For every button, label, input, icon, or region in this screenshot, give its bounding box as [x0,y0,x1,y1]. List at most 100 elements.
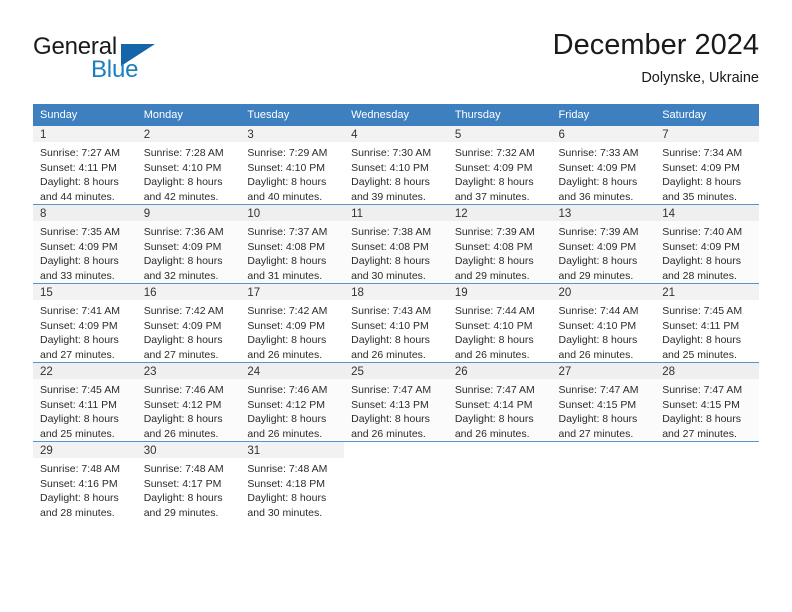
calendar-week-row: 29 Sunrise: 7:48 AM Sunset: 4:16 PM Dayligh… [33,441,759,520]
daylight-duration-line2: and 33 minutes. [40,269,115,282]
calendar-day-cell[interactable]: 16 Sunrise: 7:42 AM Sunset: 4:09 PM Dayligh… [136,283,241,363]
calendar-day-cell[interactable]: 17 Sunrise: 7:42 AM Sunset: 4:09 PM Dayligh… [240,283,345,363]
calendar-day-cell[interactable]: 22 Sunrise: 7:45 AM Sunset: 4:11 PM Dayligh… [33,362,137,442]
daylight-duration-line1: Daylight: 8 hours [40,492,119,504]
sunrise-time: Sunrise: 7:46 AM [247,384,328,396]
day-details: Sunrise: 7:34 AM Sunset: 4:09 PM Daylight:… [655,142,759,204]
daylight-duration-line1: Daylight: 8 hours [662,413,742,425]
calendar-day-cell[interactable]: 30 Sunrise: 7:48 AM Sunset: 4:17 PM Dayligh… [136,441,241,520]
daylight-duration-line1: Daylight: 8 hours [351,255,430,267]
sunset-time: Sunset: 4:10 PM [351,319,429,332]
sunset-time: Sunset: 4:08 PM [351,240,429,253]
calendar-day-cell-empty [551,441,656,520]
calendar-day-cell[interactable]: 18 Sunrise: 7:43 AM Sunset: 4:10 PM Dayligh… [344,283,448,363]
sunset-time: Sunset: 4:09 PM [143,240,222,253]
calendar-page: General Blue December 2024 Dolynske, Ukr… [0,0,792,612]
day-number: 20 [551,284,656,300]
calendar-day-cell[interactable]: 27 Sunrise: 7:47 AM Sunset: 4:15 PM Dayligh… [551,362,656,442]
day-number: 11 [344,205,448,221]
calendar-day-cell[interactable]: 15 Sunrise: 7:41 AM Sunset: 4:09 PM Dayligh… [33,283,137,363]
calendar-day-cell[interactable]: 26 Sunrise: 7:47 AM Sunset: 4:14 PM Dayligh… [447,362,552,442]
sunset-time: Sunset: 4:09 PM [143,319,222,332]
weekday-header-sunday: Sunday [33,104,137,126]
daylight-duration-line2: and 31 minutes. [247,269,323,282]
sunset-time: Sunset: 4:09 PM [454,161,533,174]
general-blue-logo[interactable]: General Blue [33,33,213,89]
calendar-day-cell[interactable]: 9 Sunrise: 7:36 AM Sunset: 4:09 PM Daylight… [136,204,241,284]
calendar-day-cell[interactable]: 4 Sunrise: 7:30 AM Sunset: 4:10 PM Daylight… [344,126,448,205]
calendar-day-cell[interactable]: 11 Sunrise: 7:38 AM Sunset: 4:08 PM Dayligh… [344,204,448,284]
calendar-day-cell[interactable]: 31 Sunrise: 7:48 AM Sunset: 4:18 PM Dayligh… [240,441,345,520]
weekday-headers: Sunday Monday Tuesday Wednesday Thursday Frid… [33,104,759,126]
sunrise-time: Sunrise: 7:34 AM [662,147,743,159]
sunset-time: Sunset: 4:12 PM [247,398,326,411]
calendar-day-cell[interactable]: 5 Sunrise: 7:32 AM Sunset: 4:09 PM Daylight… [447,126,552,205]
calendar-day-cell[interactable]: 20 Sunrise: 7:44 AM Sunset: 4:10 PM Dayligh… [551,283,656,363]
sunrise-time: Sunrise: 7:47 AM [662,384,743,396]
sunrise-time: Sunrise: 7:47 AM [558,384,639,396]
daylight-duration-line1: Daylight: 8 hours [247,334,327,346]
day-details: Sunrise: 7:47 AM Sunset: 4:14 PM Daylight:… [448,379,552,441]
day-number: 7 [655,126,759,142]
sunrise-time: Sunrise: 7:33 AM [558,147,639,159]
calendar-day-cell[interactable]: 1 Sunrise: 7:27 AM Sunset: 4:11 PM Daylight… [33,126,137,205]
daylight-duration-line1: Daylight: 8 hours [143,255,223,267]
day-details: Sunrise: 7:40 AM Sunset: 4:09 PM Daylight:… [655,221,759,283]
daylight-duration-line1: Daylight: 8 hours [247,176,327,188]
calendar-day-cell[interactable]: 12 Sunrise: 7:39 AM Sunset: 4:08 PM Dayligh… [447,204,552,284]
calendar-day-cell[interactable]: 7 Sunrise: 7:34 AM Sunset: 4:09 PM Daylight… [655,126,759,205]
day-details: Sunrise: 7:41 AM Sunset: 4:09 PM Daylight:… [33,300,137,362]
daylight-duration-line1: Daylight: 8 hours [558,413,638,425]
sunset-time: Sunset: 4:09 PM [662,240,740,253]
sunrise-time: Sunrise: 7:42 AM [143,305,224,317]
calendar-day-cell[interactable]: 28 Sunrise: 7:47 AM Sunset: 4:15 PM Dayligh… [655,362,759,442]
calendar-day-cell[interactable]: 21 Sunrise: 7:45 AM Sunset: 4:11 PM Dayligh… [655,283,759,363]
day-details: Sunrise: 7:48 AM Sunset: 4:17 PM Daylight:… [137,458,241,520]
daylight-duration-line2: and 26 minutes. [143,427,219,440]
day-details [448,458,552,462]
daylight-duration-line1: Daylight: 8 hours [662,255,742,267]
calendar-day-cell[interactable]: 29 Sunrise: 7:48 AM Sunset: 4:16 PM Dayligh… [33,441,137,520]
day-details: Sunrise: 7:36 AM Sunset: 4:09 PM Daylight:… [137,221,241,283]
calendar-day-cell[interactable]: 2 Sunrise: 7:28 AM Sunset: 4:10 PM Daylight… [136,126,241,205]
calendar-day-cell[interactable]: 8 Sunrise: 7:35 AM Sunset: 4:09 PM Daylight… [33,204,137,284]
calendar-week-row: 22 Sunrise: 7:45 AM Sunset: 4:11 PM Dayligh… [33,362,759,442]
calendar-day-cell[interactable]: 23 Sunrise: 7:46 AM Sunset: 4:12 PM Dayligh… [136,362,241,442]
calendar-day-cell[interactable]: 3 Sunrise: 7:29 AM Sunset: 4:10 PM Daylight… [240,126,345,205]
sunset-time: Sunset: 4:10 PM [143,161,222,174]
daylight-duration-line1: Daylight: 8 hours [454,176,534,188]
calendar-day-cell[interactable]: 10 Sunrise: 7:37 AM Sunset: 4:08 PM Dayligh… [240,204,345,284]
day-details: Sunrise: 7:39 AM Sunset: 4:09 PM Daylight:… [552,221,656,283]
calendar-day-cell[interactable]: 14 Sunrise: 7:40 AM Sunset: 4:09 PM Dayligh… [655,204,759,284]
calendar-day-cell[interactable]: 24 Sunrise: 7:46 AM Sunset: 4:12 PM Dayligh… [240,362,345,442]
day-number: 30 [136,442,241,458]
daylight-duration-line2: and 30 minutes. [247,506,323,519]
calendar-day-cell[interactable]: 6 Sunrise: 7:33 AM Sunset: 4:09 PM Daylight… [551,126,656,205]
calendar-week-row: 8 Sunrise: 7:35 AM Sunset: 4:09 PM Daylight… [33,204,759,284]
sunset-time: Sunset: 4:15 PM [558,398,637,411]
daylight-duration-line1: Daylight: 8 hours [143,413,223,425]
day-number [448,442,552,458]
day-number: 17 [240,284,345,300]
daylight-duration-line1: Daylight: 8 hours [351,334,430,346]
sunrise-time: Sunrise: 7:46 AM [143,384,224,396]
sunrise-time: Sunrise: 7:35 AM [40,226,120,238]
daylight-duration-line2: and 27 minutes. [558,427,634,440]
daylight-duration-line2: and 26 minutes. [247,427,323,440]
calendar-day-cell[interactable]: 25 Sunrise: 7:47 AM Sunset: 4:13 PM Dayligh… [344,362,448,442]
calendar-day-cell[interactable]: 19 Sunrise: 7:44 AM Sunset: 4:10 PM Dayligh… [447,283,552,363]
daylight-duration-line2: and 26 minutes. [558,348,634,361]
calendar-day-cell[interactable]: 13 Sunrise: 7:39 AM Sunset: 4:09 PM Dayligh… [551,204,656,284]
day-number: 13 [551,205,656,221]
day-number: 4 [344,126,448,142]
calendar-day-cell-empty [447,441,552,520]
day-details [344,458,448,462]
sunrise-time: Sunrise: 7:48 AM [40,463,120,475]
day-number [655,442,759,458]
day-details: Sunrise: 7:37 AM Sunset: 4:08 PM Daylight:… [240,221,344,283]
title-block: December 2024 Dolynske, Ukraine [553,28,759,88]
weekday-header-saturday: Saturday [655,104,759,126]
daylight-duration-line1: Daylight: 8 hours [247,255,327,267]
day-number: 22 [33,363,137,379]
daylight-duration-line2: and 30 minutes. [351,269,426,282]
